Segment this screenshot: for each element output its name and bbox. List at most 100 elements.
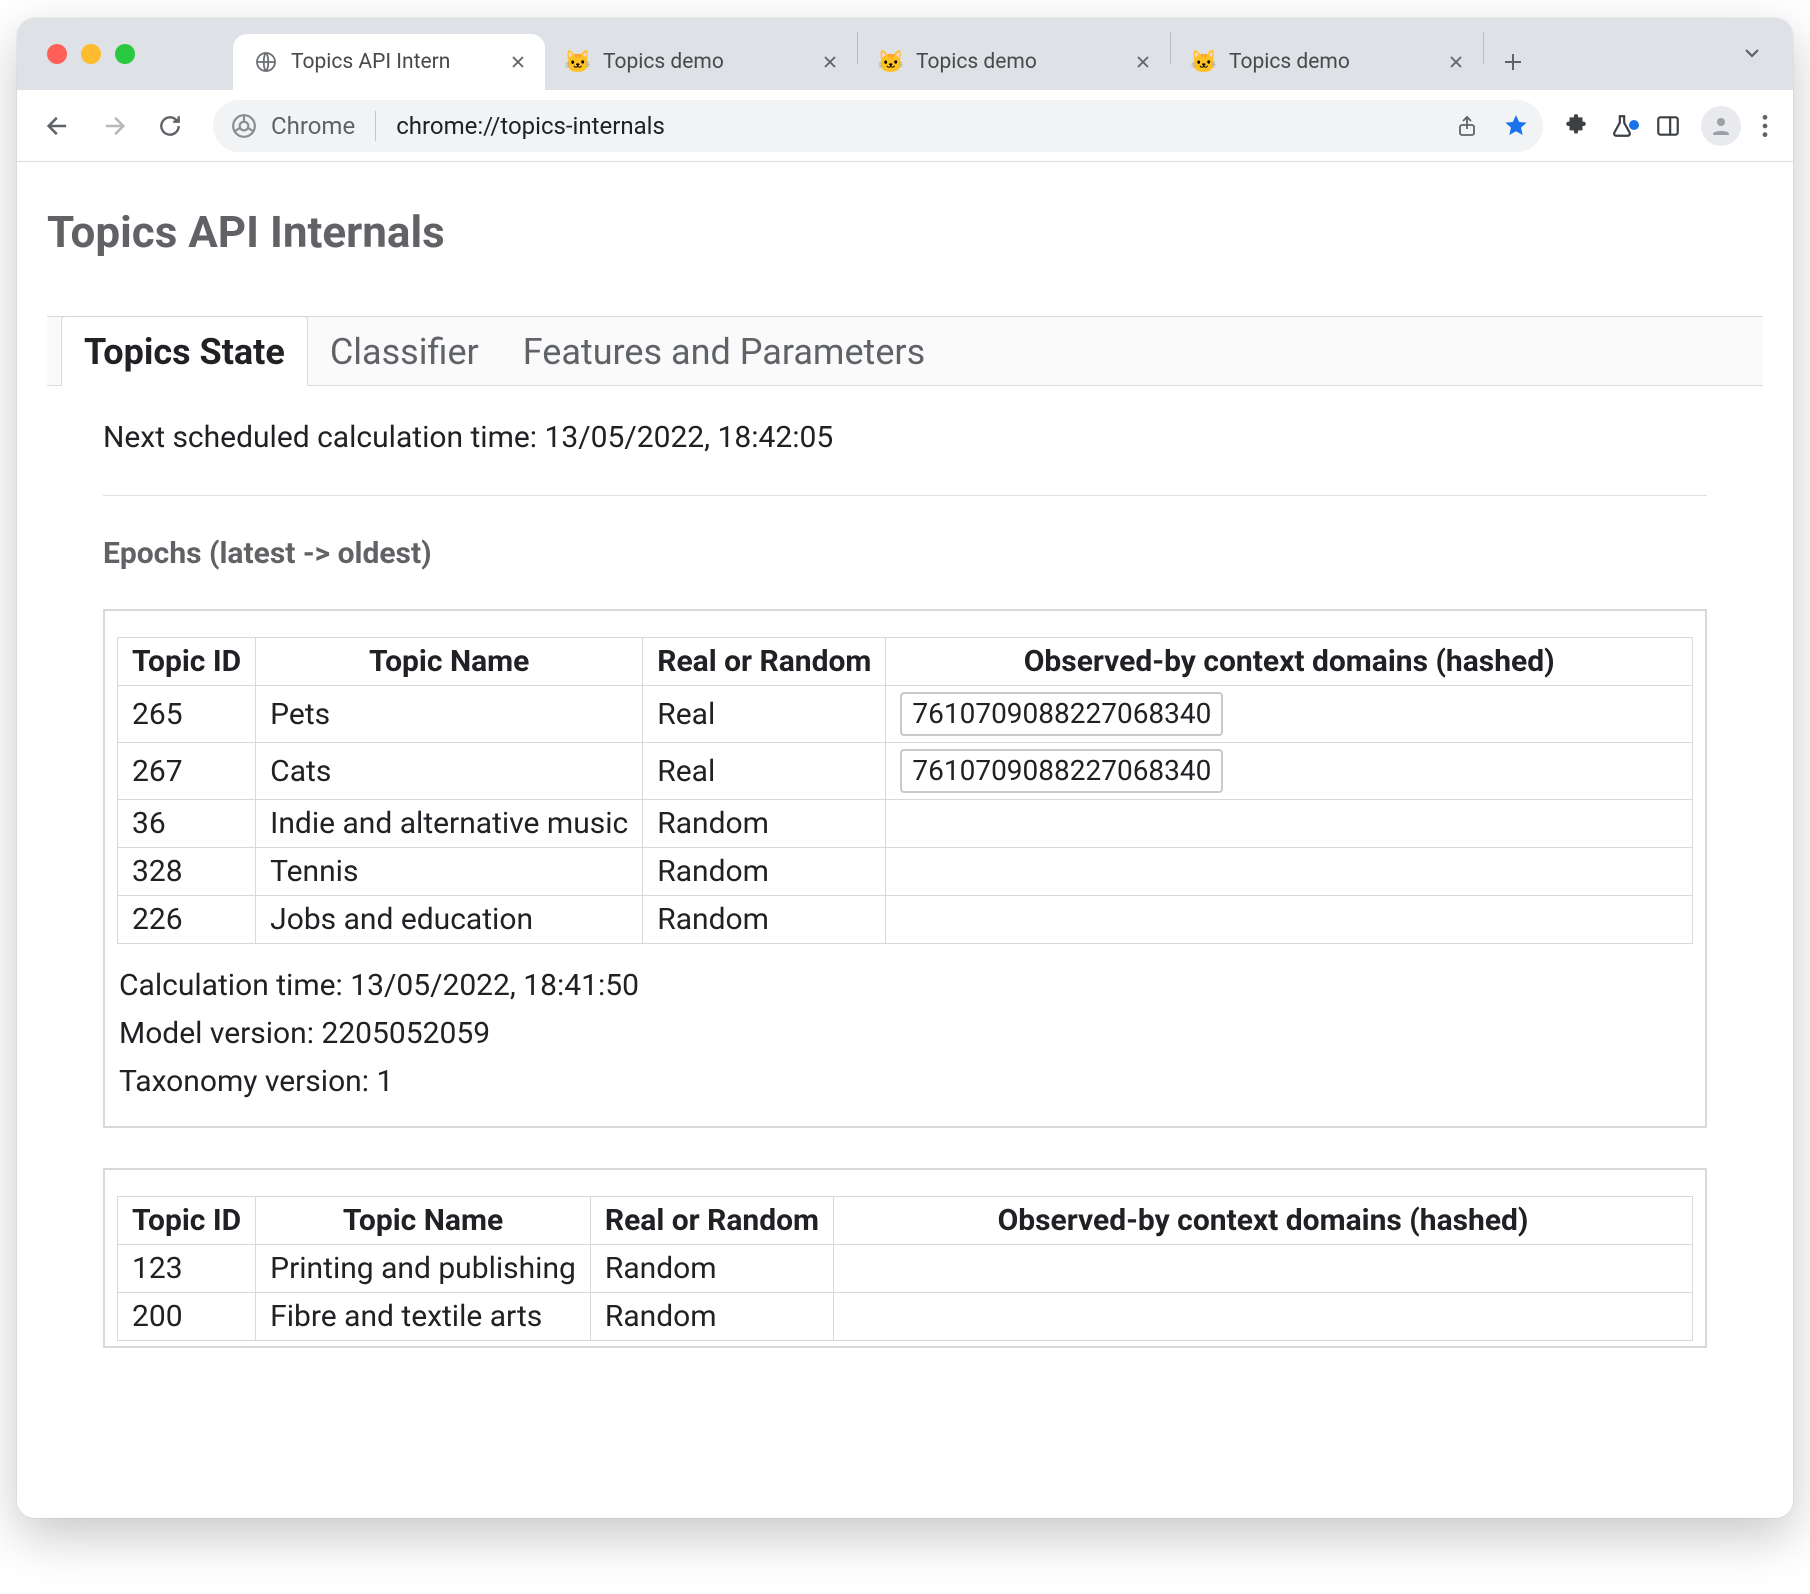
cell-real-random: Random — [643, 896, 886, 944]
calc-time-label: Calculation time: — [119, 968, 350, 1003]
close-tab-button[interactable] — [1130, 49, 1156, 75]
toolbar: Chrome chrome://topics-internals — [17, 90, 1793, 162]
col-observed-domains: Observed-by context domains (hashed) — [834, 1197, 1693, 1245]
tab-title: Topics API Intern — [291, 50, 493, 74]
hash-chip: 7610709088227068340 — [900, 692, 1223, 736]
share-icon[interactable] — [1455, 114, 1479, 138]
url-text: chrome://topics-internals — [396, 112, 1441, 140]
address-bar[interactable]: Chrome chrome://topics-internals — [213, 100, 1543, 152]
cell-real-random: Real — [643, 743, 886, 800]
cell-observed — [886, 800, 1693, 848]
cell-topic-name: Fibre and textile arts — [256, 1293, 591, 1341]
epoch-meta: Calculation time: 13/05/2022, 18:41:50 M… — [117, 962, 1693, 1106]
close-tab-button[interactable] — [1443, 49, 1469, 75]
maximize-window-button[interactable] — [115, 44, 135, 64]
browser-tab[interactable]: 🐱 Topics demo — [1171, 34, 1483, 90]
url-scheme-label: Chrome — [271, 112, 355, 140]
cell-topic-name: Tennis — [256, 848, 643, 896]
cell-real-random: Random — [590, 1245, 833, 1293]
epoch-box: Topic ID Topic Name Real or Random Obser… — [103, 1168, 1707, 1348]
minimize-window-button[interactable] — [81, 44, 101, 64]
tab-strip: Topics API Intern 🐱 Topics demo 🐱 Topics… — [17, 18, 1793, 90]
page-viewport: Topics API Internals Topics State Classi… — [17, 162, 1793, 1518]
cell-topic-name: Cats — [256, 743, 643, 800]
hash-chip: 7610709088227068340 — [900, 749, 1223, 793]
col-topic-id: Topic ID — [118, 1197, 256, 1245]
cell-real-random: Random — [590, 1293, 833, 1341]
browser-tab[interactable]: 🐱 Topics demo — [545, 34, 857, 90]
url-separator — [375, 111, 376, 141]
globe-icon — [253, 49, 279, 75]
chrome-icon — [231, 113, 257, 139]
forward-button[interactable] — [91, 103, 137, 149]
next-calc-label: Next scheduled calculation time: — [103, 420, 545, 455]
cell-observed — [886, 848, 1693, 896]
bookmark-star-icon[interactable] — [1503, 113, 1529, 139]
cell-topic-id: 36 — [118, 800, 256, 848]
cell-topic-id: 267 — [118, 743, 256, 800]
cell-topic-name: Jobs and education — [256, 896, 643, 944]
table-row: 267 Cats Real 7610709088227068340 — [118, 743, 1693, 800]
col-observed-domains: Observed-by context domains (hashed) — [886, 638, 1693, 686]
topics-table: Topic ID Topic Name Real or Random Obser… — [117, 637, 1693, 944]
cell-observed — [834, 1245, 1693, 1293]
tab-separator — [1483, 32, 1484, 64]
tab-classifier[interactable]: Classifier — [308, 317, 501, 385]
cell-topic-id: 328 — [118, 848, 256, 896]
cell-topic-name: Printing and publishing — [256, 1245, 591, 1293]
col-real-random: Real or Random — [643, 638, 886, 686]
close-window-button[interactable] — [47, 44, 67, 64]
epoch-box: Topic ID Topic Name Real or Random Obser… — [103, 609, 1707, 1128]
tab-title: Topics demo — [916, 50, 1118, 74]
tab-topics-state[interactable]: Topics State — [61, 316, 308, 386]
cell-real-random: Random — [643, 848, 886, 896]
profile-avatar[interactable] — [1701, 106, 1741, 146]
sidepanel-icon[interactable] — [1655, 113, 1681, 139]
model-version-value: 2205052059 — [321, 1016, 490, 1051]
browser-tab[interactable]: 🐱 Topics demo — [858, 34, 1170, 90]
cell-observed: 7610709088227068340 — [886, 743, 1693, 800]
cell-topic-name: Indie and alternative music — [256, 800, 643, 848]
cat-icon: 🐱 — [565, 49, 591, 75]
epochs-heading: Epochs (latest -> oldest) — [103, 536, 1707, 571]
model-version-label: Model version: — [119, 1016, 321, 1051]
col-topic-name: Topic Name — [256, 638, 643, 686]
calc-time-value: 13/05/2022, 18:41:50 — [350, 968, 639, 1003]
next-calc-line: Next scheduled calculation time: 13/05/2… — [103, 420, 1707, 455]
browser-tab-active[interactable]: Topics API Intern — [233, 34, 545, 90]
close-tab-button[interactable] — [505, 49, 531, 75]
cell-topic-id: 226 — [118, 896, 256, 944]
reload-button[interactable] — [147, 103, 193, 149]
divider — [103, 495, 1707, 496]
col-topic-name: Topic Name — [256, 1197, 591, 1245]
cell-real-random: Real — [643, 686, 886, 743]
taxonomy-version-label: Taxonomy version: — [119, 1064, 376, 1099]
kebab-menu-icon[interactable] — [1761, 113, 1769, 139]
cat-icon: 🐱 — [1191, 49, 1217, 75]
tab-features-parameters[interactable]: Features and Parameters — [501, 317, 947, 385]
next-calc-value: 13/05/2022, 18:42:05 — [545, 420, 834, 455]
close-tab-button[interactable] — [817, 49, 843, 75]
cell-observed — [834, 1293, 1693, 1341]
topics-table: Topic ID Topic Name Real or Random Obser… — [117, 1196, 1693, 1341]
cell-topic-id: 123 — [118, 1245, 256, 1293]
labs-icon[interactable] — [1609, 113, 1635, 139]
tab-overflow-button[interactable] — [1741, 42, 1763, 64]
cell-real-random: Random — [643, 800, 886, 848]
toolbar-actions — [1563, 106, 1775, 146]
back-button[interactable] — [35, 103, 81, 149]
table-header-row: Topic ID Topic Name Real or Random Obser… — [118, 1197, 1693, 1245]
table-header-row: Topic ID Topic Name Real or Random Obser… — [118, 638, 1693, 686]
cell-observed: 7610709088227068340 — [886, 686, 1693, 743]
topics-state-panel: Next scheduled calculation time: 13/05/2… — [47, 386, 1763, 1348]
new-tab-button[interactable] — [1490, 39, 1536, 85]
cat-icon: 🐱 — [878, 49, 904, 75]
table-row: 265 Pets Real 7610709088227068340 — [118, 686, 1693, 743]
extensions-icon[interactable] — [1563, 113, 1589, 139]
browser-tabs: Topics API Intern 🐱 Topics demo 🐱 Topics… — [233, 18, 1536, 90]
col-real-random: Real or Random — [590, 1197, 833, 1245]
cell-observed — [886, 896, 1693, 944]
internal-tab-bar: Topics State Classifier Features and Par… — [47, 316, 1763, 386]
tab-title: Topics demo — [603, 50, 805, 74]
table-row: 200 Fibre and textile arts Random — [118, 1293, 1693, 1341]
